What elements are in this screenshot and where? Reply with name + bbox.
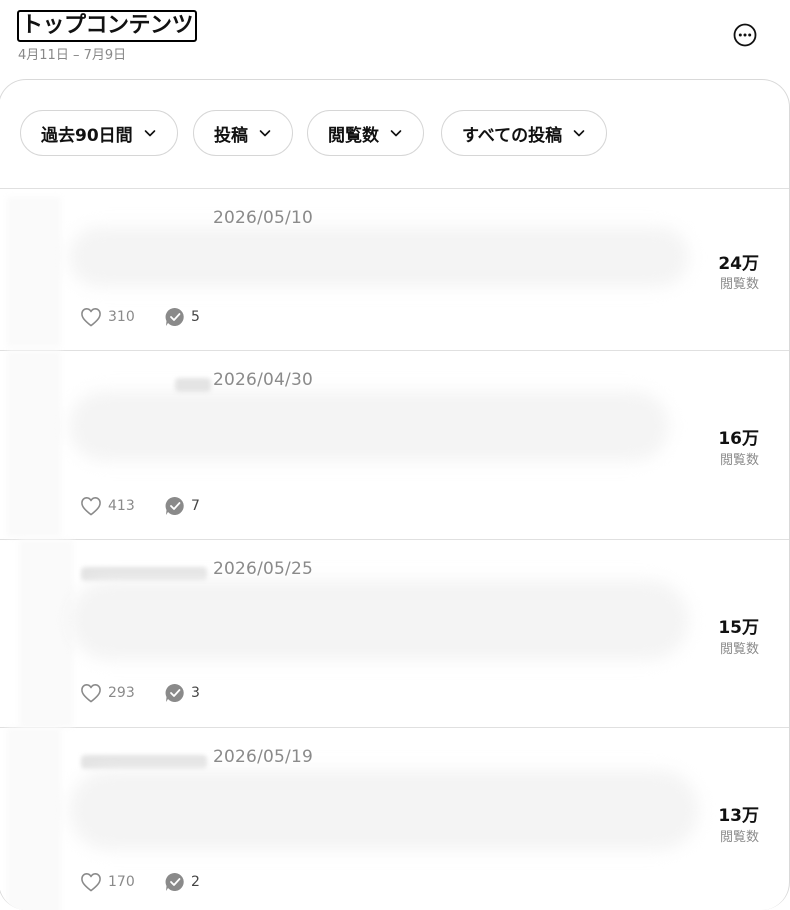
like-stat: 310 [80,307,135,327]
post-text-blurred [69,770,699,850]
type-filter[interactable]: 投稿 [193,110,293,156]
like-stat: 413 [80,496,135,516]
post-date: 2026/05/19 [213,747,313,767]
posts-filter-label: すべての投稿 [462,125,563,146]
like-count: 310 [108,309,135,325]
reply-stat: 5 [165,307,200,327]
page-title: トップコンテンツ [17,10,198,42]
view-count: 16万 [718,429,759,449]
view-count-label: 閲覧数 [719,453,759,468]
post-author-blurred [81,567,207,581]
post-date: 2026/04/30 [213,370,313,390]
reply-count: 5 [191,309,200,325]
post-date: 2026/05/10 [213,208,313,228]
reply-check-icon [165,872,184,891]
reply-check-icon [165,496,184,515]
metric-filter-label: 閲覧数 [328,125,379,146]
chevron-down-icon [259,130,271,137]
metric-filter[interactable]: 閲覧数 [307,110,424,156]
view-count-label: 閲覧数 [719,277,759,292]
reply-check-icon [165,307,184,326]
heart-icon [81,873,101,892]
like-count: 293 [108,685,135,701]
filter-bar: 過去90日間 投稿 閲覧数 すべての投稿 [0,80,789,189]
post-row[interactable]: 2026/05/10 24万 閲覧数 310 5 [0,189,789,351]
type-filter-label: 投稿 [214,125,248,146]
post-row[interactable]: 2026/05/25 15万 閲覧数 293 3 [0,540,789,728]
like-stat: 293 [80,683,135,703]
post-date: 2026/05/25 [213,559,313,579]
post-author-blurred [175,378,211,392]
view-count: 24万 [718,254,759,274]
date-range: 4月11日 – 7月9日 [18,48,127,63]
view-count: 13万 [718,806,759,826]
heart-icon [81,308,101,327]
post-thumbnail [7,728,61,910]
post-row[interactable]: 2026/04/30 16万 閲覧数 413 7 [0,351,789,540]
like-count: 170 [108,874,135,890]
post-text-blurred [69,580,689,660]
reply-stat: 3 [165,683,200,703]
like-stat: 170 [80,872,135,892]
more-options-button[interactable] [733,23,757,47]
post-row[interactable]: 2026/05/19 13万 閲覧数 170 2 [0,728,789,910]
period-filter-label: 過去90日間 [41,125,133,146]
chevron-down-icon [573,130,585,137]
post-text-blurred [69,391,669,461]
heart-icon [81,497,101,516]
page-header: トップコンテンツ 4月11日 – 7月9日 [0,0,790,80]
post-thumbnail [19,540,73,727]
post-text-blurred [69,227,689,287]
top-content-card: 過去90日間 投稿 閲覧数 すべての投稿 2026/05/10 24万 閲覧数 … [0,79,790,910]
post-author-blurred [81,755,207,769]
view-count-label: 閲覧数 [719,642,759,657]
post-thumbnail [7,351,61,537]
post-thumbnail [7,197,61,347]
reply-check-icon [165,683,184,702]
posts-filter[interactable]: すべての投稿 [441,110,608,156]
heart-icon [81,684,101,703]
view-count-label: 閲覧数 [719,830,759,845]
chevron-down-icon [144,130,155,137]
reply-stat: 7 [165,496,200,516]
reply-count: 3 [191,685,200,701]
like-count: 413 [108,498,135,514]
view-count: 15万 [718,618,759,638]
more-horizontal-icon [733,23,757,47]
reply-count: 7 [191,498,200,514]
chevron-down-icon [390,130,402,137]
reply-stat: 2 [165,872,200,892]
period-filter[interactable]: 過去90日間 [20,110,178,156]
reply-count: 2 [191,874,200,890]
